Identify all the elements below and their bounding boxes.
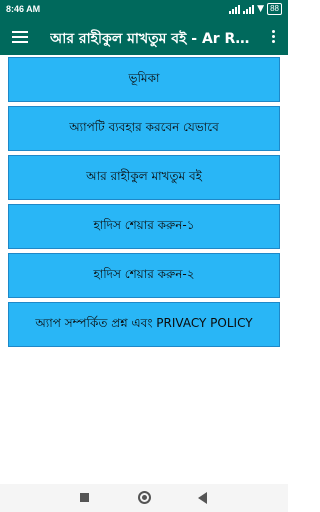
app-bar: আর রাহীকুল মাখতুম বই - Ar Ra... bbox=[0, 19, 288, 55]
app-title: আর রাহীকুল মাখতুম বই - Ar Ra... bbox=[50, 31, 256, 47]
more-vert-icon[interactable] bbox=[272, 30, 276, 44]
wifi-icon: ▼ bbox=[257, 4, 265, 14]
home-icon[interactable] bbox=[138, 491, 151, 504]
signal-icon bbox=[229, 4, 241, 14]
menu-button-bhumika[interactable]: ভূমিকা bbox=[8, 57, 280, 102]
status-bar: 8:46 AM ▼ 88 bbox=[0, 0, 288, 19]
hamburger-menu-icon[interactable] bbox=[12, 31, 28, 43]
status-icons: ▼ 88 bbox=[229, 3, 282, 15]
status-time: 8:46 AM bbox=[6, 4, 41, 14]
back-icon[interactable] bbox=[198, 492, 207, 504]
signal-icon-2 bbox=[243, 4, 255, 14]
recents-icon[interactable] bbox=[80, 493, 89, 502]
menu-button-privacy-policy[interactable]: অ্যাপ সম্পর্কিত প্রশ্ন এবং PRIVACY POLIC… bbox=[8, 302, 280, 347]
menu-button-how-to-use[interactable]: অ্যাপটি ব্যবহার করবেন যেভাবে bbox=[8, 106, 280, 151]
menu-list: ভূমিকা অ্যাপটি ব্যবহার করবেন যেভাবে আর র… bbox=[8, 57, 280, 351]
menu-button-share-hadith-1[interactable]: হাদিস শেয়ার করুন-১ bbox=[8, 204, 280, 249]
battery-icon: 88 bbox=[267, 3, 282, 15]
system-nav-bar bbox=[0, 484, 288, 512]
menu-button-share-hadith-2[interactable]: হাদিস শেয়ার করুন-২ bbox=[8, 253, 280, 298]
menu-button-book[interactable]: আর রাহীকুল মাখতুম বই bbox=[8, 155, 280, 200]
